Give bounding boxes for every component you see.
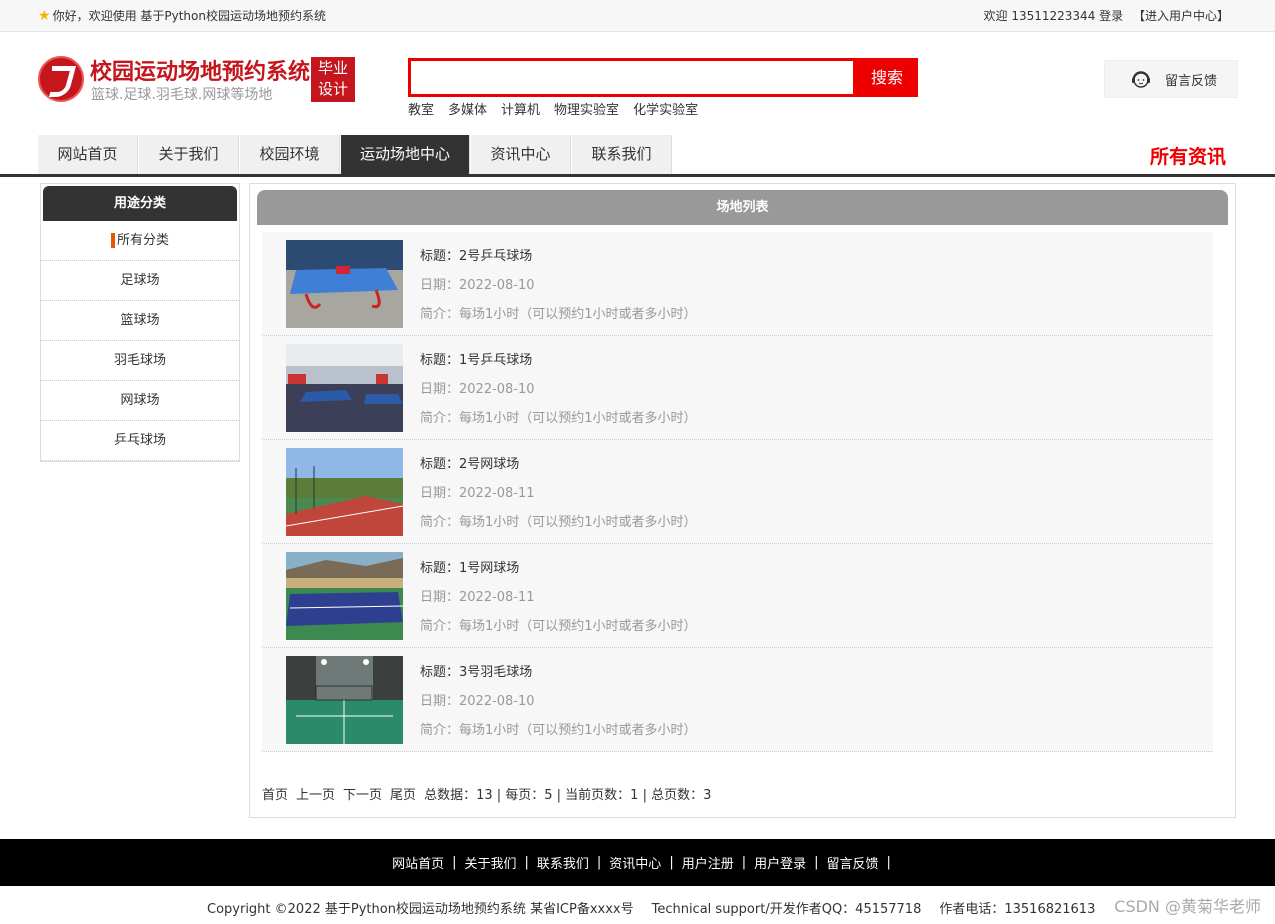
category-all[interactable]: 所有分类 bbox=[41, 221, 239, 261]
support-text: Technical support/开发作者QQ：45157718 bbox=[651, 902, 922, 917]
pagination: 首页 上一页 下一页 尾页 总数据：13 | 每页：5 | 当前页数：1 | 总… bbox=[262, 784, 711, 803]
nav-item-campus[interactable]: 校园环境 bbox=[240, 135, 340, 174]
category-badminton[interactable]: 羽毛球场 bbox=[41, 341, 239, 381]
venue-summary: 简介：每场1小时（可以预约1小时或者多小时） bbox=[420, 723, 697, 738]
welcome-text: ★ 你好，欢迎使用 基于Python校园运动场地预约系统 bbox=[38, 7, 326, 24]
hot-word[interactable]: 物理实验室 bbox=[554, 99, 619, 118]
search-button[interactable]: 搜索 bbox=[856, 58, 918, 97]
nav-item-news[interactable]: 资讯中心 bbox=[471, 135, 571, 174]
list-item[interactable]: 标题：2号乒乓球场 日期：2022-08-10 简介：每场1小时（可以预约1小时… bbox=[262, 232, 1213, 336]
welcome-label: 你好，欢迎使用 基于Python校园运动场地预约系统 bbox=[52, 9, 326, 23]
venue-date: 日期：2022-08-11 bbox=[420, 486, 535, 501]
venue-list-panel: 场地列表 标题：2号乒乓球场 日期：2022-08-10 简介：每场1小时（可以… bbox=[249, 183, 1236, 818]
hot-word[interactable]: 计算机 bbox=[501, 99, 540, 118]
ping-pong-indoor-image[interactable] bbox=[286, 344, 403, 432]
site-title[interactable]: 校园运动场地预约系统 bbox=[90, 54, 310, 86]
site-logo-icon[interactable] bbox=[38, 56, 84, 102]
nav-item-home[interactable]: 网站首页 bbox=[38, 135, 138, 174]
copyright: Copyright ©2022 基于Python校园运动场地预约系统 某省ICP… bbox=[207, 898, 1095, 917]
footer-link-contact[interactable]: 联系我们 bbox=[529, 853, 597, 872]
separator: | bbox=[886, 855, 891, 870]
site-subtitle: 篮球.足球.羽毛球.网球等场地 bbox=[91, 87, 273, 103]
user-center-link[interactable]: 【进入用户中心】 bbox=[1133, 9, 1229, 23]
watermark: CSDN @黄菊华老师 bbox=[1114, 897, 1261, 916]
footer-link-feedback[interactable]: 留言反馈 bbox=[819, 853, 887, 872]
hot-word[interactable]: 化学实验室 bbox=[633, 99, 698, 118]
venue-title[interactable]: 标题：1号网球场 bbox=[420, 557, 519, 576]
venue-summary: 简介：每场1小时（可以预约1小时或者多小时） bbox=[420, 515, 697, 530]
venue-summary: 简介：每场1小时（可以预约1小时或者多小时） bbox=[420, 619, 697, 634]
pager-info: 总数据：13 | 每页：5 | 当前页数：1 | 总页数：3 bbox=[424, 788, 712, 803]
venue-title[interactable]: 标题：2号乒乓球场 bbox=[420, 245, 532, 264]
header: 校园运动场地预约系统 篮球.足球.羽毛球.网球等场地 毕业 设计 搜索 教室 多… bbox=[0, 32, 1275, 134]
footer-link-register[interactable]: 用户注册 bbox=[674, 853, 742, 872]
top-bar: ★ 你好，欢迎使用 基于Python校园运动场地预约系统 欢迎 13511223… bbox=[0, 0, 1275, 32]
category-label: 所有分类 bbox=[110, 233, 169, 248]
footer-link-about[interactable]: 关于我们 bbox=[456, 853, 524, 872]
venue-summary: 简介：每场1小时（可以预约1小时或者多小时） bbox=[420, 307, 697, 322]
graduation-badge: 毕业 设计 bbox=[311, 57, 355, 102]
footer-link-news[interactable]: 资讯中心 bbox=[601, 853, 669, 872]
pager-prev-link[interactable]: 上一页 bbox=[296, 784, 335, 803]
tennis-red-image[interactable] bbox=[286, 448, 403, 536]
category-tennis[interactable]: 网球场 bbox=[41, 381, 239, 421]
hot-word[interactable]: 多媒体 bbox=[448, 99, 487, 118]
copyright-text: Copyright ©2022 基于Python校园运动场地预约系统 某省ICP… bbox=[207, 902, 634, 917]
venue-date: 日期：2022-08-11 bbox=[420, 590, 535, 605]
star-icon: ★ bbox=[38, 7, 51, 24]
badminton-image[interactable] bbox=[286, 656, 403, 744]
category-sidebar: 用途分类 所有分类 足球场 篮球场 羽毛球场 网球场 乒乓球场 bbox=[40, 183, 240, 462]
footer-link-home[interactable]: 网站首页 bbox=[384, 853, 452, 872]
list-item[interactable]: 标题：1号乒乓球场 日期：2022-08-10 简介：每场1小时（可以预约1小时… bbox=[262, 336, 1213, 440]
venue-date: 日期：2022-08-10 bbox=[420, 278, 535, 293]
main-nav: 网站首页 关于我们 校园环境 运动场地中心 资讯中心 联系我们 所有资讯 bbox=[0, 134, 1275, 177]
pager-first-link[interactable]: 首页 bbox=[262, 784, 288, 803]
search-input[interactable] bbox=[408, 58, 856, 97]
hot-word[interactable]: 教室 bbox=[408, 99, 434, 118]
nav-item-venues[interactable]: 运动场地中心 bbox=[341, 135, 470, 174]
badge-line-2: 设计 bbox=[317, 80, 348, 98]
venue-title[interactable]: 标题：2号网球场 bbox=[420, 453, 519, 472]
hot-words: 教室 多媒体 计算机 物理实验室 化学实验室 bbox=[408, 99, 698, 118]
badge-line-1: 毕业 bbox=[317, 59, 348, 77]
venue-list: 标题：2号乒乓球场 日期：2022-08-10 简介：每场1小时（可以预约1小时… bbox=[262, 232, 1213, 752]
list-item[interactable]: 标题：1号网球场 日期：2022-08-11 简介：每场1小时（可以预约1小时或… bbox=[262, 544, 1213, 648]
footer-link-login[interactable]: 用户登录 bbox=[746, 853, 814, 872]
venue-title[interactable]: 标题：3号羽毛球场 bbox=[420, 661, 532, 680]
pager-next-link[interactable]: 下一页 bbox=[343, 784, 382, 803]
nav-item-contact[interactable]: 联系我们 bbox=[572, 135, 672, 174]
user-login-status: 欢迎 13511223344 登录 bbox=[983, 9, 1124, 23]
nav-item-about[interactable]: 关于我们 bbox=[139, 135, 239, 174]
tennis-blue-image[interactable] bbox=[286, 552, 403, 640]
panel-title: 场地列表 bbox=[257, 190, 1228, 225]
section-heading: 所有资讯 bbox=[1149, 146, 1226, 168]
ping-pong-outdoor-image[interactable] bbox=[286, 240, 403, 328]
category-pingpong[interactable]: 乒乓球场 bbox=[41, 421, 239, 461]
venue-summary: 简介：每场1小时（可以预约1小时或者多小时） bbox=[420, 411, 697, 426]
list-item[interactable]: 标题：3号羽毛球场 日期：2022-08-10 简介：每场1小时（可以预约1小时… bbox=[262, 648, 1213, 752]
list-item[interactable]: 标题：2号网球场 日期：2022-08-11 简介：每场1小时（可以预约1小时或… bbox=[262, 440, 1213, 544]
venue-date: 日期：2022-08-10 bbox=[420, 382, 535, 397]
feedback-label: 留言反馈 bbox=[1165, 73, 1218, 89]
category-basketball[interactable]: 篮球场 bbox=[41, 301, 239, 341]
feedback-button[interactable]: 留言反馈 bbox=[1104, 60, 1238, 98]
venue-title[interactable]: 标题：1号乒乓球场 bbox=[420, 349, 532, 368]
footer-nav: 网站首页 | 关于我们 | 联系我们 | 资讯中心 | 用户注册 | 用户登录 | 留言反馈… bbox=[0, 839, 1275, 886]
user-links: 欢迎 13511223344 登录 【进入用户中心】 bbox=[984, 7, 1229, 24]
phone-text: 作者电话：13516821613 bbox=[939, 902, 1096, 917]
venue-date: 日期：2022-08-10 bbox=[420, 694, 535, 709]
category-football[interactable]: 足球场 bbox=[41, 261, 239, 301]
pager-last-link[interactable]: 尾页 bbox=[390, 784, 416, 803]
sidebar-title: 用途分类 bbox=[43, 186, 237, 221]
customer-service-icon bbox=[1132, 71, 1150, 88]
